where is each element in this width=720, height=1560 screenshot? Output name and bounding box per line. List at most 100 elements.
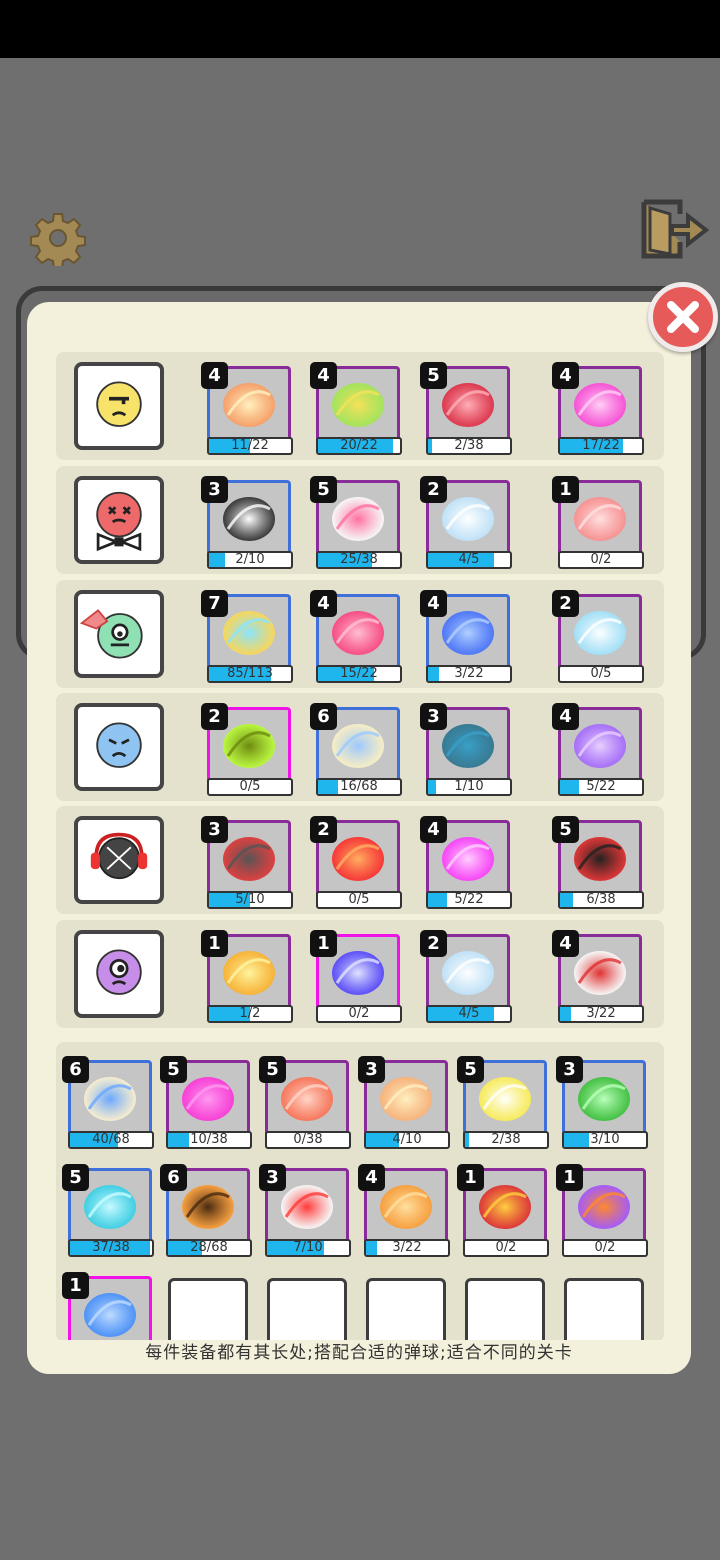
equipment-item[interactable]: 28/68 6 [160,1164,252,1260]
progress-bar: 0/5 [316,891,402,909]
progress-bar: 0/2 [316,1005,402,1023]
equipment-item[interactable]: 5/10 3 [201,816,293,912]
progress-text: 25/38 [340,552,378,567]
progress-text: 3/22 [586,1006,616,1021]
progress-bar: 2/38 [426,437,512,455]
equipment-item[interactable]: 16/68 6 [310,703,402,799]
equipment-item[interactable]: 3/22 4 [358,1164,450,1260]
level-badge: 1 [201,930,228,957]
progress-text: 11/22 [231,438,269,453]
equipment-item[interactable]: 3/22 4 [552,930,644,1026]
equipment-item[interactable]: 5/22 4 [552,703,644,799]
equipment-item[interactable]: 1/2 1 [201,930,293,1026]
progress-bar: 3/22 [364,1239,450,1257]
progress-bar: 11/22 [207,437,293,455]
progress-text: 20/22 [340,438,378,453]
equipment-item[interactable]: 4/5 2 [420,476,512,572]
tip-text: 每件装备都有其长处;搭配合适的弹球;适合不同的关卡 [145,1343,573,1363]
progress-bar: 5/10 [207,891,293,909]
progress-text: 0/2 [590,552,612,567]
progress-text: 2/10 [235,552,265,567]
exit-door-icon[interactable] [636,196,712,262]
progress-bar: 25/38 [316,551,402,569]
level-badge: 3 [201,476,228,503]
level-badge: 2 [310,816,337,843]
equipment-item[interactable]: 0/2 1 [310,930,402,1026]
equipment-item[interactable]: 1/10 3 [420,703,512,799]
equipment-item[interactable]: 40/68 6 [62,1056,154,1152]
status-bar [0,0,720,58]
equipment-item[interactable]: 7/10 3 [259,1164,351,1260]
equipment-item[interactable]: 0/2 1 [552,476,644,572]
equipment-item[interactable]: 2/10 3 [201,476,293,572]
equipment-item[interactable]: 0/38 5 [259,1056,351,1152]
equipment-item[interactable]: 11/22 4 [201,362,293,458]
progress-text: 37/38 [92,1240,130,1255]
progress-bar: 0/2 [558,551,644,569]
progress-text: 6/38 [586,892,616,907]
equipment-item[interactable]: 4/10 3 [358,1056,450,1152]
equipment-item[interactable]: 0/2 1 [457,1164,549,1260]
settings-gear-icon[interactable] [30,210,86,266]
progress-bar: 3/22 [426,665,512,683]
equipment-item[interactable]: 2/38 5 [420,362,512,458]
equipment-item[interactable]: 0/5 2 [310,816,402,912]
progress-bar: 5/22 [426,891,512,909]
progress-text: 10/38 [190,1132,228,1147]
level-badge: 5 [160,1056,187,1083]
equipment-item[interactable]: 3/22 4 [420,590,512,686]
equipment-item[interactable]: 3/10 3 [556,1056,648,1152]
level-badge: 4 [552,930,579,957]
level-badge: 2 [552,590,579,617]
level-badge: 3 [420,703,447,730]
level-badge: 4 [201,362,228,389]
level-badge: 5 [420,362,447,389]
progress-bar: 15/22 [316,665,402,683]
progress-bar: 3/22 [558,1005,644,1023]
progress-bar: 1/2 [207,1005,293,1023]
equipment-item[interactable]: 25/38 5 [310,476,402,572]
progress-text: 2/38 [454,438,484,453]
level-badge: 4 [552,703,579,730]
level-badge: 3 [358,1056,385,1083]
progress-bar: 17/22 [558,437,644,455]
equipment-item[interactable]: 17/22 4 [552,362,644,458]
equipment-item[interactable]: 37/38 5 [62,1164,154,1260]
yellow-face-ball[interactable] [74,362,164,450]
progress-text: 4/5 [458,1006,480,1021]
level-badge: 2 [420,930,447,957]
level-badge: 4 [420,590,447,617]
progress-bar: 0/5 [558,665,644,683]
level-badge: 6 [310,703,337,730]
equipment-item[interactable]: 6/38 5 [552,816,644,912]
level-badge: 5 [62,1164,89,1191]
equipment-item[interactable]: 4/5 2 [420,930,512,1026]
equipment-item[interactable]: 0/5 2 [552,590,644,686]
level-badge: 1 [457,1164,484,1191]
equipment-item[interactable]: 20/22 4 [310,362,402,458]
equipment-item[interactable]: 5/22 4 [420,816,512,912]
progress-text: 5/22 [586,779,616,794]
progress-text: 40/68 [92,1132,130,1147]
progress-bar: 3/10 [562,1131,648,1149]
headphone-ball[interactable] [74,816,164,904]
blue-sad-ball[interactable] [74,703,164,791]
progress-bar: 6/38 [558,891,644,909]
equipment-item[interactable]: 2/38 5 [457,1056,549,1152]
equipment-item[interactable]: 85/113 7 [201,590,293,686]
green-bandana-ball[interactable] [74,590,164,678]
equipment-item[interactable]: 15/22 4 [310,590,402,686]
close-button[interactable] [648,282,718,352]
progress-text: 0/38 [293,1132,323,1147]
purple-cyclops-ball[interactable] [74,930,164,1018]
progress-bar: 2/10 [207,551,293,569]
progress-text: 0/5 [348,892,370,907]
equipment-item[interactable]: 0/5 2 [201,703,293,799]
equipment-item[interactable]: 10/38 5 [160,1056,252,1152]
level-badge: 7 [201,590,228,617]
progress-bar: 4/5 [426,551,512,569]
progress-bar: 0/2 [562,1239,648,1257]
red-bowtie-ball[interactable] [74,476,164,564]
progress-text: 3/22 [392,1240,422,1255]
equipment-item[interactable]: 0/2 1 [556,1164,648,1260]
